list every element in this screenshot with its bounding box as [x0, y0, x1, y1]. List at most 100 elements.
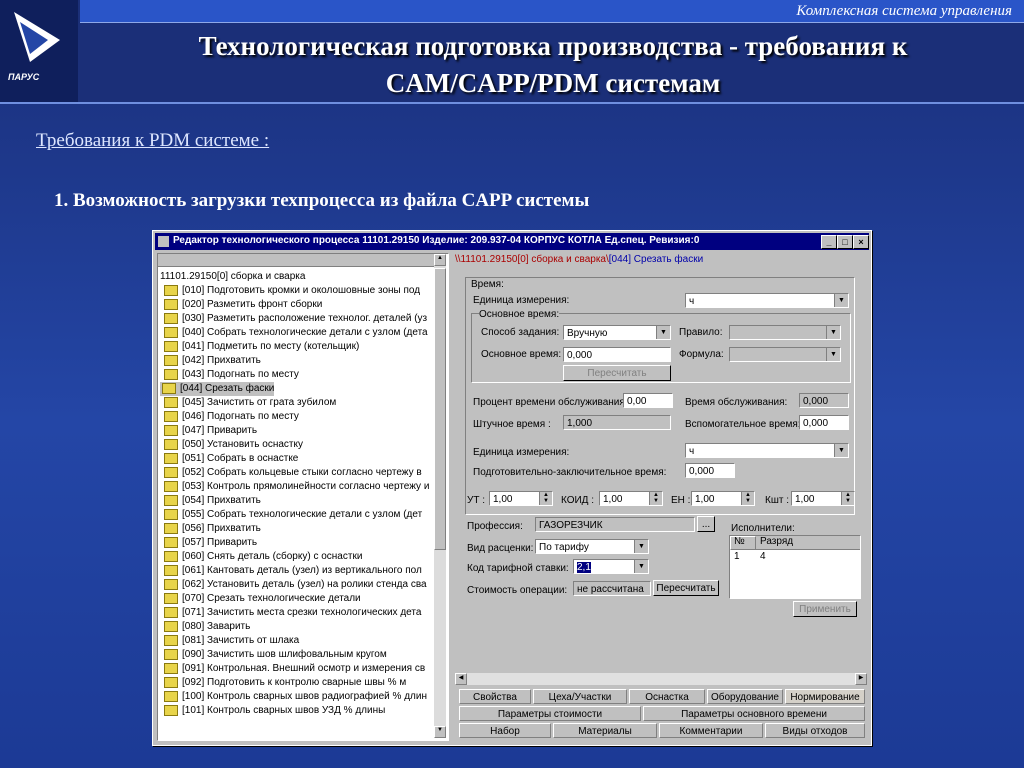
folder-icon [164, 466, 178, 478]
tab-comments[interactable]: Комментарии [659, 723, 763, 738]
tab-cost-params-label: Параметры стоимости [497, 709, 603, 720]
tree-root[interactable]: 11101.29150[0] сборка и сварка [160, 270, 305, 284]
tree-item[interactable]: [042] Прихватить [164, 354, 261, 368]
maximize-button[interactable]: □ [837, 235, 853, 249]
tree-item[interactable]: [062] Установить деталь (узел) на ролики… [164, 578, 427, 592]
tree-item[interactable]: [020] Разметить фронт сборки [164, 298, 322, 312]
tab-equipment[interactable]: Оборудование [707, 689, 783, 704]
ut-field[interactable]: 1,00 ▲ ▼ [489, 491, 553, 506]
chevron-down-icon[interactable]: ▼ [656, 326, 670, 339]
unit-select[interactable]: ч ▼ [685, 293, 849, 308]
scroll-down-button[interactable]: ▼ [434, 726, 446, 738]
tree-item[interactable]: [041] Подметить по месту (котельщик) [164, 340, 359, 354]
rule-select[interactable]: ▼ [729, 325, 841, 340]
tree-item[interactable]: [055] Собрать технологические детали с у… [164, 508, 422, 522]
formula-select[interactable]: ▼ [729, 347, 841, 362]
prep-field[interactable]: 0,000 [685, 463, 735, 478]
spinner-icon[interactable]: ▲ ▼ [841, 492, 854, 505]
tree-item[interactable]: [050] Установить оснастку [164, 438, 303, 452]
pay-value: По тарифу [539, 542, 589, 553]
profession-picker-button[interactable]: ... [697, 516, 715, 532]
tab-materials[interactable]: Материалы [553, 723, 657, 738]
tree-item[interactable]: [040] Собрать технологические детали с у… [164, 326, 428, 340]
tree-item[interactable]: [046] Подогнать по месту [164, 410, 299, 424]
tree-item[interactable]: [091] Контрольная. Внешний осмотр и изме… [164, 662, 425, 676]
tree-item[interactable]: [056] Прихватить [164, 522, 261, 536]
chevron-down-icon[interactable]: ▼ [634, 560, 648, 573]
main-time-field[interactable]: 0,000 [563, 347, 671, 362]
tab-tooling[interactable]: Оснастка [629, 689, 705, 704]
ksht-field[interactable]: 1,00 ▲ ▼ [791, 491, 855, 506]
tab-waste-label: Виды отходов [782, 726, 848, 737]
tree-item-label: [044] Срезать фаски [180, 383, 275, 394]
service-label: Время обслуживания: [685, 397, 788, 408]
percent-field[interactable]: 0,00 [623, 393, 673, 408]
tab-main-time-params[interactable]: Параметры основного времени [643, 706, 865, 721]
tab-set[interactable]: Набор [459, 723, 551, 738]
tab-waste[interactable]: Виды отходов [765, 723, 865, 738]
tree-item[interactable]: [090] Зачистить шов шлифовальным кругом [164, 648, 387, 662]
koid-field[interactable]: 1,00 ▲ ▼ [599, 491, 663, 506]
aux-field[interactable]: 0,000 [799, 415, 849, 430]
spinner-icon[interactable]: ▲ ▼ [539, 492, 552, 505]
tree-item[interactable]: [071] Зачистить места срезки технологиче… [164, 606, 421, 620]
apply-button[interactable]: Применить [793, 601, 857, 617]
chevron-down-icon[interactable]: ▼ [834, 294, 848, 307]
tree-item[interactable]: ➔[044] Срезать фаски [160, 382, 275, 396]
tree-item[interactable]: [047] Приварить [164, 424, 257, 438]
spinner-icon[interactable]: ▲ ▼ [649, 492, 662, 505]
tree-item[interactable]: [030] Разметить расположение технолог. д… [164, 312, 427, 326]
exec-cell-grade: 4 [760, 551, 766, 562]
tree-scrollbar[interactable]: ▲ ▼ [434, 254, 446, 738]
tree-item[interactable]: [070] Срезать технологические детали [164, 592, 361, 606]
chevron-down-icon[interactable]: ▼ [826, 348, 840, 361]
unit2-select[interactable]: ч ▼ [685, 443, 849, 458]
close-button[interactable]: × [853, 235, 869, 249]
tree-item[interactable]: [101] Контроль сварных швов УЗД % длины [164, 704, 385, 718]
pay-select[interactable]: По тарифу ▼ [535, 539, 649, 554]
tree-item[interactable]: [045] Зачистить от грата зубилом [164, 396, 336, 410]
tree-item[interactable]: [080] Заварить [164, 620, 250, 634]
tree-item-label: [051] Собрать в оснастке [182, 453, 299, 464]
folder-icon [164, 452, 178, 464]
panel-hscrollbar[interactable]: ◀ ▶ [455, 673, 867, 685]
table-row[interactable]: 1 4 [730, 551, 860, 563]
tab-cost-params[interactable]: Параметры стоимости [459, 706, 641, 721]
tree-item[interactable]: [057] Приварить [164, 536, 257, 550]
tree-item[interactable]: [053] Контроль прямолинейности согласно … [164, 480, 429, 494]
tab-workshops[interactable]: Цеха/Участки [533, 689, 627, 704]
tree-item[interactable]: [051] Собрать в оснастке [164, 452, 298, 466]
tree-item[interactable]: [100] Контроль сварных швов радиографией… [164, 690, 427, 704]
spinner-icon[interactable]: ▲ ▼ [741, 492, 754, 505]
minimize-button[interactable]: _ [821, 235, 837, 249]
tree-item-label: [045] Зачистить от грата зубилом [182, 397, 337, 408]
tree-item[interactable]: [061] Кантовать деталь (узел) из вертика… [164, 564, 422, 578]
tab-norming[interactable]: Нормирование [785, 689, 865, 704]
chevron-down-icon[interactable]: ▼ [634, 540, 648, 553]
rate-select[interactable]: 2,1 ▼ [573, 559, 649, 574]
en-field[interactable]: 1,00 ▲ ▼ [691, 491, 755, 506]
scroll-right-button[interactable]: ▶ [855, 673, 867, 685]
recalc-cost-button[interactable]: Пересчитать [653, 580, 719, 596]
tree-item[interactable]: [060] Снять деталь (сборку) с оснастки [164, 550, 362, 564]
tree-item[interactable]: [054] Прихватить [164, 494, 261, 508]
scroll-thumb[interactable] [434, 268, 446, 550]
logo: ПАРУС [0, 0, 78, 102]
folder-icon [164, 662, 178, 674]
chevron-down-icon[interactable]: ▼ [826, 326, 840, 339]
scroll-left-button[interactable]: ◀ [455, 673, 467, 685]
folder-icon [164, 592, 178, 604]
tree-item-label: [101] Контроль сварных швов УЗД % длины [182, 705, 386, 716]
tree-item[interactable]: [092] Подготовить к контролю сварные швы… [164, 676, 406, 690]
recalc-main-button[interactable]: Пересчитать [563, 365, 671, 381]
tree-item[interactable]: [043] Подогнать по месту [164, 368, 299, 382]
tab-properties[interactable]: Свойства [459, 689, 531, 704]
chevron-down-icon[interactable]: ▼ [834, 444, 848, 457]
tree-item[interactable]: [052] Собрать кольцевые стыки согласно ч… [164, 466, 422, 480]
aux-label: Вспомогательное время: [685, 419, 801, 430]
method-select[interactable]: Вручную ▼ [563, 325, 671, 340]
window-titlebar[interactable]: Редактор технологического процесса 11101… [155, 233, 869, 250]
scroll-up-button[interactable]: ▲ [434, 254, 446, 266]
tree-item[interactable]: [010] Подготовить кромки и околошовные з… [164, 284, 420, 298]
tree-item[interactable]: [081] Зачистить от шлака [164, 634, 299, 648]
